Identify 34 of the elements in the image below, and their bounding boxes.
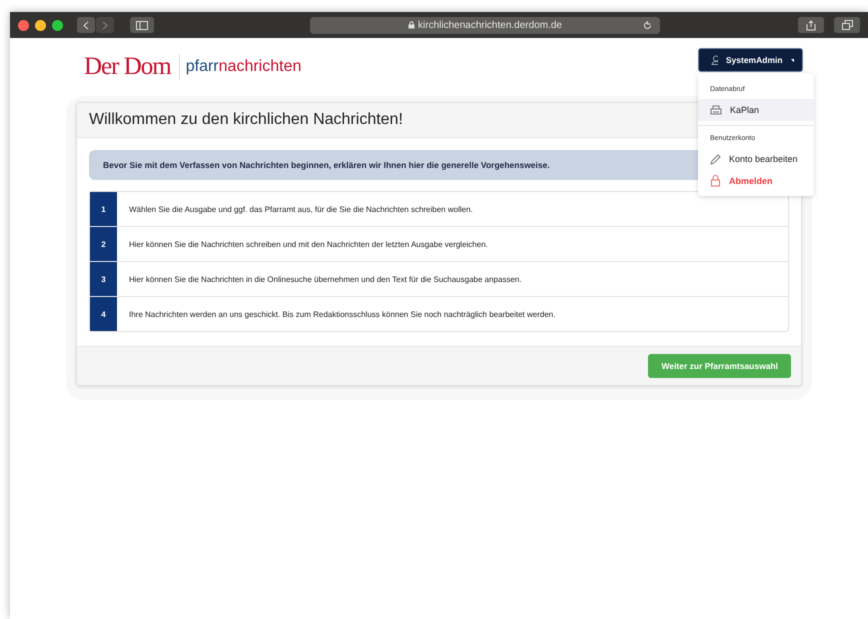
lock-icon <box>710 175 721 187</box>
step-text: Ihre Nachrichten werden an uns geschickt. Bis zum Redaktionsschluss können Sie noch nachträglich bearbeitet werden. <box>128 308 556 321</box>
tabs-icon <box>842 20 852 30</box>
sidebar-icon <box>136 20 148 30</box>
step-number: 1 <box>90 192 117 226</box>
close-icon[interactable] <box>18 20 29 30</box>
step-number: 3 <box>90 262 117 296</box>
step-text: Wählen Sie die Ausgabe und ggf. das Pfarramt aus, für die Sie die Nachrichten schreiben wollen. <box>128 204 473 216</box>
step-text: Hier können Sie die Nachrichten in die Onlinesuche übernehmen und den Text für die Suchausgabe anpassen. <box>128 274 522 286</box>
chevron-left-icon <box>83 20 89 30</box>
caret-icon <box>790 58 794 62</box>
share-icon <box>806 20 816 30</box>
brand-logo[interactable]: Der Dom <box>84 53 171 81</box>
share-button[interactable] <box>798 17 824 33</box>
address-bar[interactable]: kirchlichenachrichten.derdom.de <box>310 16 660 34</box>
tabs-button[interactable] <box>834 17 860 33</box>
step-number: 4 <box>90 297 117 331</box>
user-icon <box>711 55 718 65</box>
sidebar-button[interactable] <box>130 17 154 33</box>
back-button[interactable] <box>77 17 95 33</box>
product-name: pfarrnachrichten <box>186 58 302 76</box>
lock-icon <box>408 21 416 29</box>
chevron-right-icon <box>102 20 108 30</box>
maximize-icon[interactable] <box>52 20 63 30</box>
reload-icon <box>643 20 652 30</box>
step-text: Hier können Sie die Nachrichten schreiben und mit den Nachrichten der letzten Ausgabe vergleichen. <box>128 238 488 251</box>
printer-icon <box>710 104 722 116</box>
url-text: kirchlichenachrichten.derdom.de <box>418 20 562 30</box>
user-menu-button[interactable]: SystemAdmin <box>698 48 803 72</box>
menu-item[interactable]: KaPlan <box>698 99 814 121</box>
pencil-icon <box>710 154 721 164</box>
step-number: 2 <box>90 227 117 261</box>
minimize-icon[interactable] <box>35 20 46 30</box>
forward-button[interactable] <box>96 17 114 33</box>
